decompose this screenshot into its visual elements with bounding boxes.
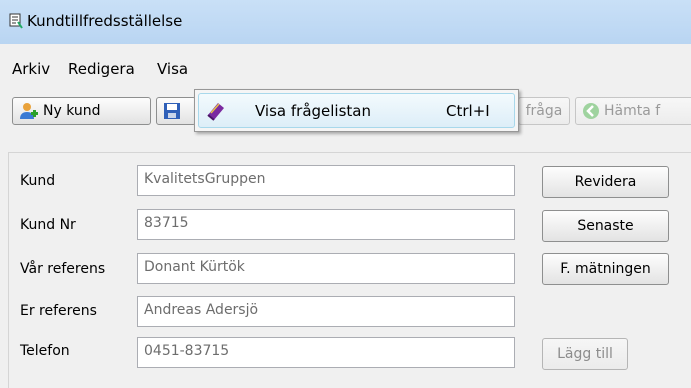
fetch-label: Hämta f	[604, 103, 661, 119]
your-reference-label: Er referens	[20, 303, 97, 319]
our-reference-field[interactable]: Donant Kürtök	[137, 253, 515, 284]
phone-field[interactable]: 0451-83715	[137, 337, 515, 368]
latest-button[interactable]: Senaste	[542, 210, 669, 242]
arrow-left-circle-icon	[583, 103, 599, 119]
menu-bar: Arkiv Redigera Visa	[0, 56, 691, 82]
customer-field[interactable]: KvalitetsGruppen	[137, 165, 515, 196]
new-customer-button[interactable]: Ny kund	[12, 97, 151, 125]
question-label: fråga	[525, 103, 563, 119]
shortcut-label: Ctrl+I	[446, 102, 490, 120]
menu-arkiv[interactable]: Arkiv	[12, 60, 50, 78]
save-button[interactable]	[156, 97, 196, 125]
fetch-button[interactable]: Hämta f	[575, 97, 691, 125]
question-button[interactable]: fråga	[518, 97, 570, 125]
show-question-list-menu-item[interactable]: Visa frågelistan Ctrl+I	[198, 93, 515, 128]
customer-label: Kund	[20, 173, 56, 189]
customer-nr-label: Kund Nr	[20, 217, 76, 233]
app-icon	[9, 13, 23, 29]
your-reference-field[interactable]: Andreas Adersjö	[137, 296, 515, 327]
customer-nr-field[interactable]: 83715	[137, 209, 515, 240]
f-measurement-button[interactable]: F. mätningen	[542, 253, 669, 285]
visa-dropdown-menu: Visa frågelistan Ctrl+I	[194, 89, 519, 132]
add-button[interactable]: Lägg till	[542, 338, 628, 370]
show-question-list-label: Visa frågelistan	[255, 102, 371, 120]
menu-redigera[interactable]: Redigera	[68, 60, 135, 78]
add-user-icon	[20, 103, 38, 119]
our-reference-label: Vår referens	[20, 261, 106, 277]
revise-button[interactable]: Revidera	[542, 166, 669, 198]
floppy-disk-icon	[164, 103, 180, 119]
window-title: Kundtillfredsställelse	[27, 12, 183, 30]
menu-visa[interactable]: Visa	[157, 60, 188, 78]
book-icon	[207, 103, 224, 121]
new-customer-label: Ny kund	[43, 103, 101, 119]
phone-label: Telefon	[20, 343, 70, 359]
title-bar: Kundtillfredsställelse	[0, 0, 691, 44]
